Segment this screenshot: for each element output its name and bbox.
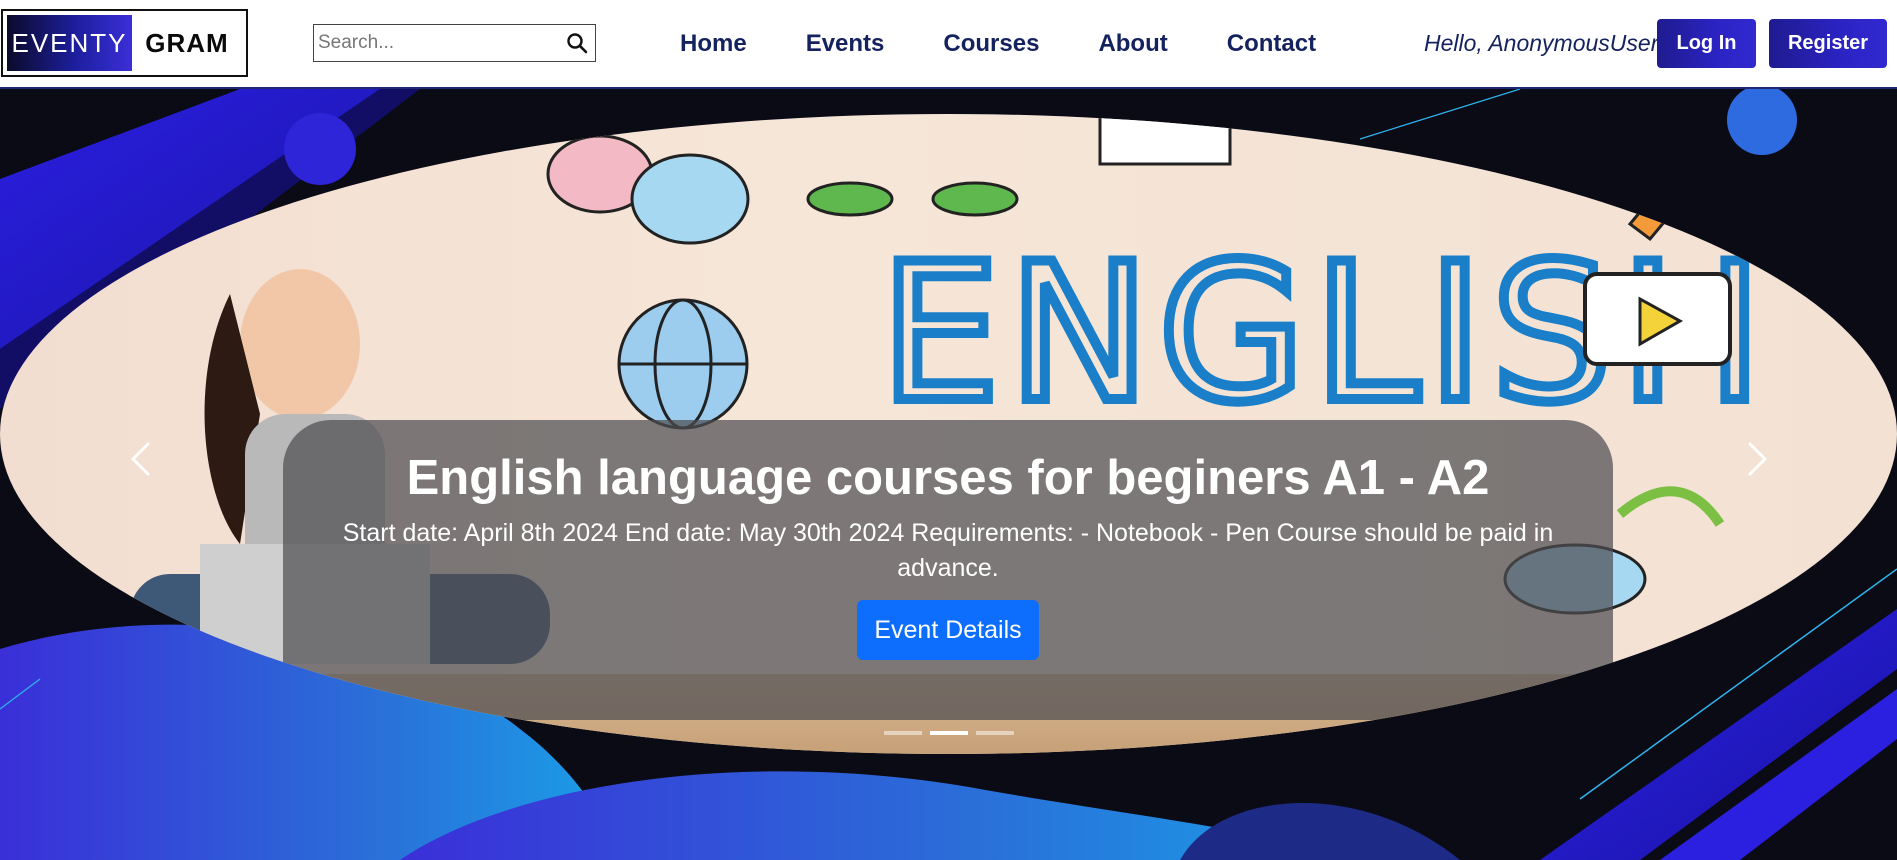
- hero-carousel: ENGLISH English language courses for beg…: [0, 89, 1897, 860]
- logo-text-right: GRAM: [145, 27, 229, 58]
- login-button[interactable]: Log In: [1657, 19, 1756, 68]
- brand-logo[interactable]: EVENTY GRAM: [1, 9, 248, 77]
- chevron-left-icon: [130, 441, 151, 477]
- carousel-next-button[interactable]: [1727, 414, 1787, 504]
- search-input[interactable]: [314, 25, 554, 60]
- search-button[interactable]: [563, 29, 591, 57]
- nav-home[interactable]: Home: [680, 24, 747, 64]
- slide-caption: English language courses for beginers A1…: [283, 420, 1613, 720]
- carousel-prev-button[interactable]: [111, 414, 171, 504]
- carousel-indicators: [884, 731, 1014, 735]
- nav-contact[interactable]: Contact: [1227, 24, 1316, 64]
- register-button[interactable]: Register: [1769, 19, 1887, 68]
- site-header: EVENTY GRAM Home Events Courses About Co…: [0, 0, 1897, 89]
- carousel-indicator-1[interactable]: [884, 731, 922, 735]
- carousel-indicator-3[interactable]: [976, 731, 1014, 735]
- chevron-right-icon: [1747, 441, 1768, 477]
- nav-about[interactable]: About: [1098, 24, 1167, 64]
- slide-title: English language courses for beginers A1…: [406, 451, 1490, 505]
- carousel-slide: ENGLISH English language courses for beg…: [0, 114, 1897, 754]
- slide-description: Start date: April 8th 2024 End date: May…: [342, 519, 1554, 582]
- event-details-button[interactable]: Event Details: [857, 600, 1039, 660]
- user-greeting: Hello, AnonymousUser: [1424, 30, 1659, 56]
- nav-events[interactable]: Events: [806, 24, 885, 64]
- logo-text-left: EVENTY: [7, 15, 132, 71]
- search-box: [313, 24, 596, 62]
- main-nav: Home Events Courses About Contact: [680, 24, 1375, 64]
- search-icon: [567, 33, 588, 54]
- nav-courses[interactable]: Courses: [943, 24, 1039, 64]
- carousel-indicator-2[interactable]: [930, 731, 968, 735]
